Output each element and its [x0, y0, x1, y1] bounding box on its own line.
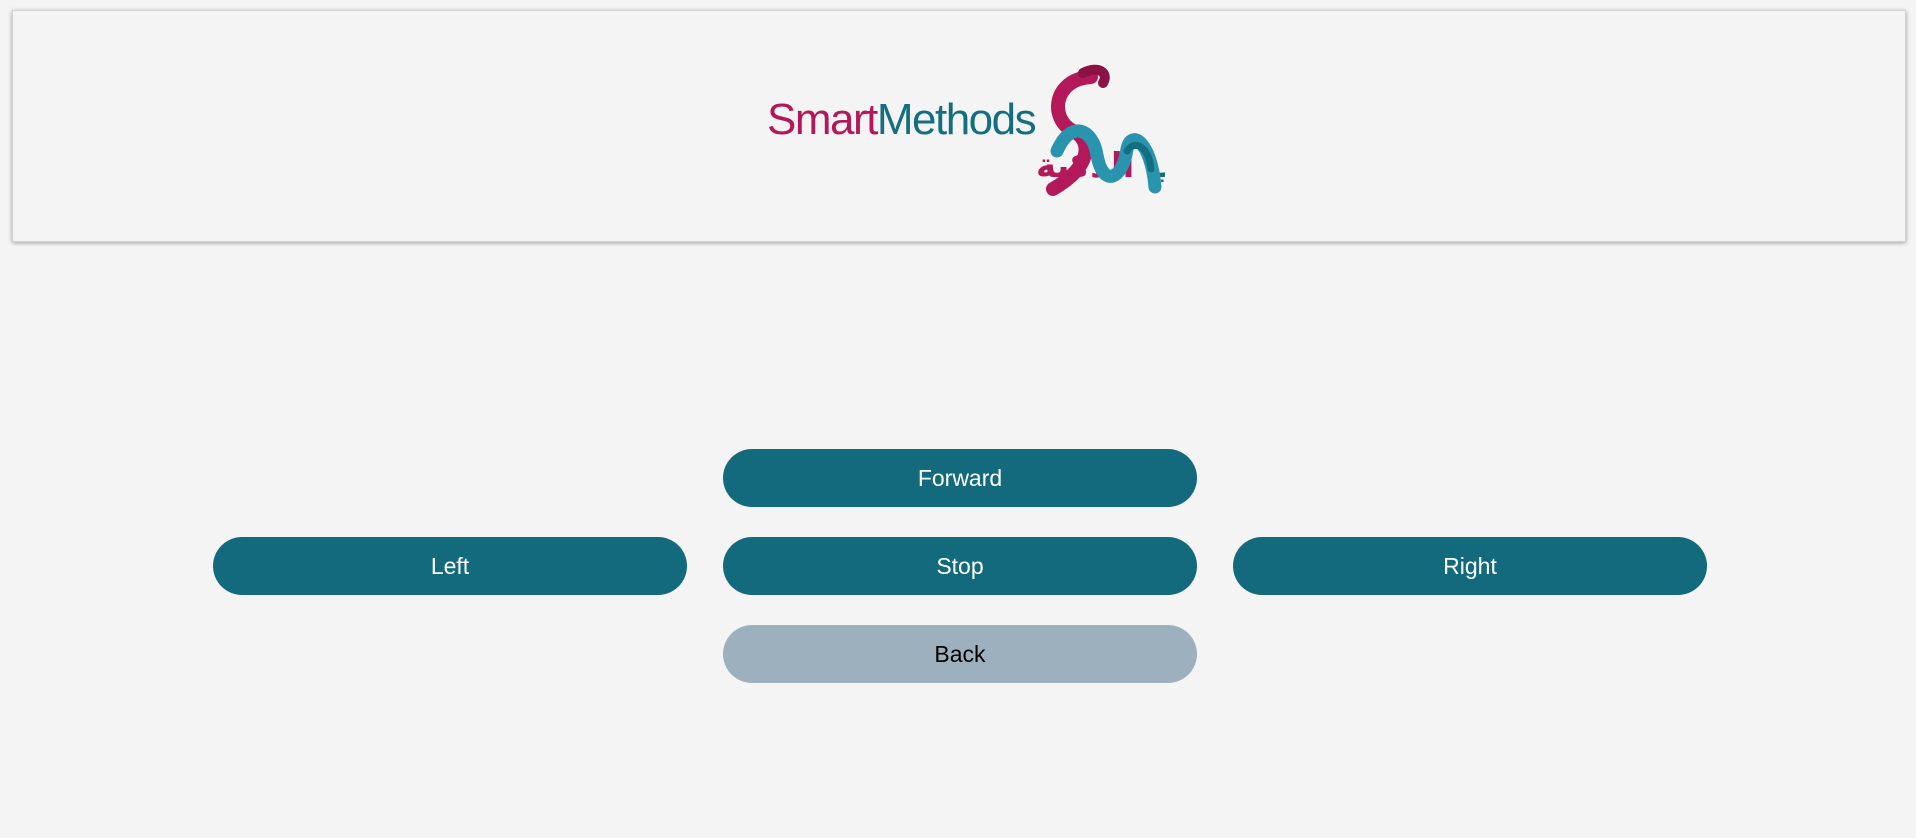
header: SmartMethods الأساليب الذكية — [12, 10, 1906, 242]
svg-text:SmartMethods: SmartMethods — [767, 95, 1036, 144]
forward-button[interactable]: Forward — [723, 449, 1197, 507]
left-button[interactable]: Left — [213, 537, 687, 595]
right-button[interactable]: Right — [1233, 537, 1707, 595]
stop-button[interactable]: Stop — [723, 537, 1197, 595]
smart-methods-logo: SmartMethods الأساليب الذكية — [753, 59, 1165, 207]
back-button[interactable]: Back — [723, 625, 1197, 683]
